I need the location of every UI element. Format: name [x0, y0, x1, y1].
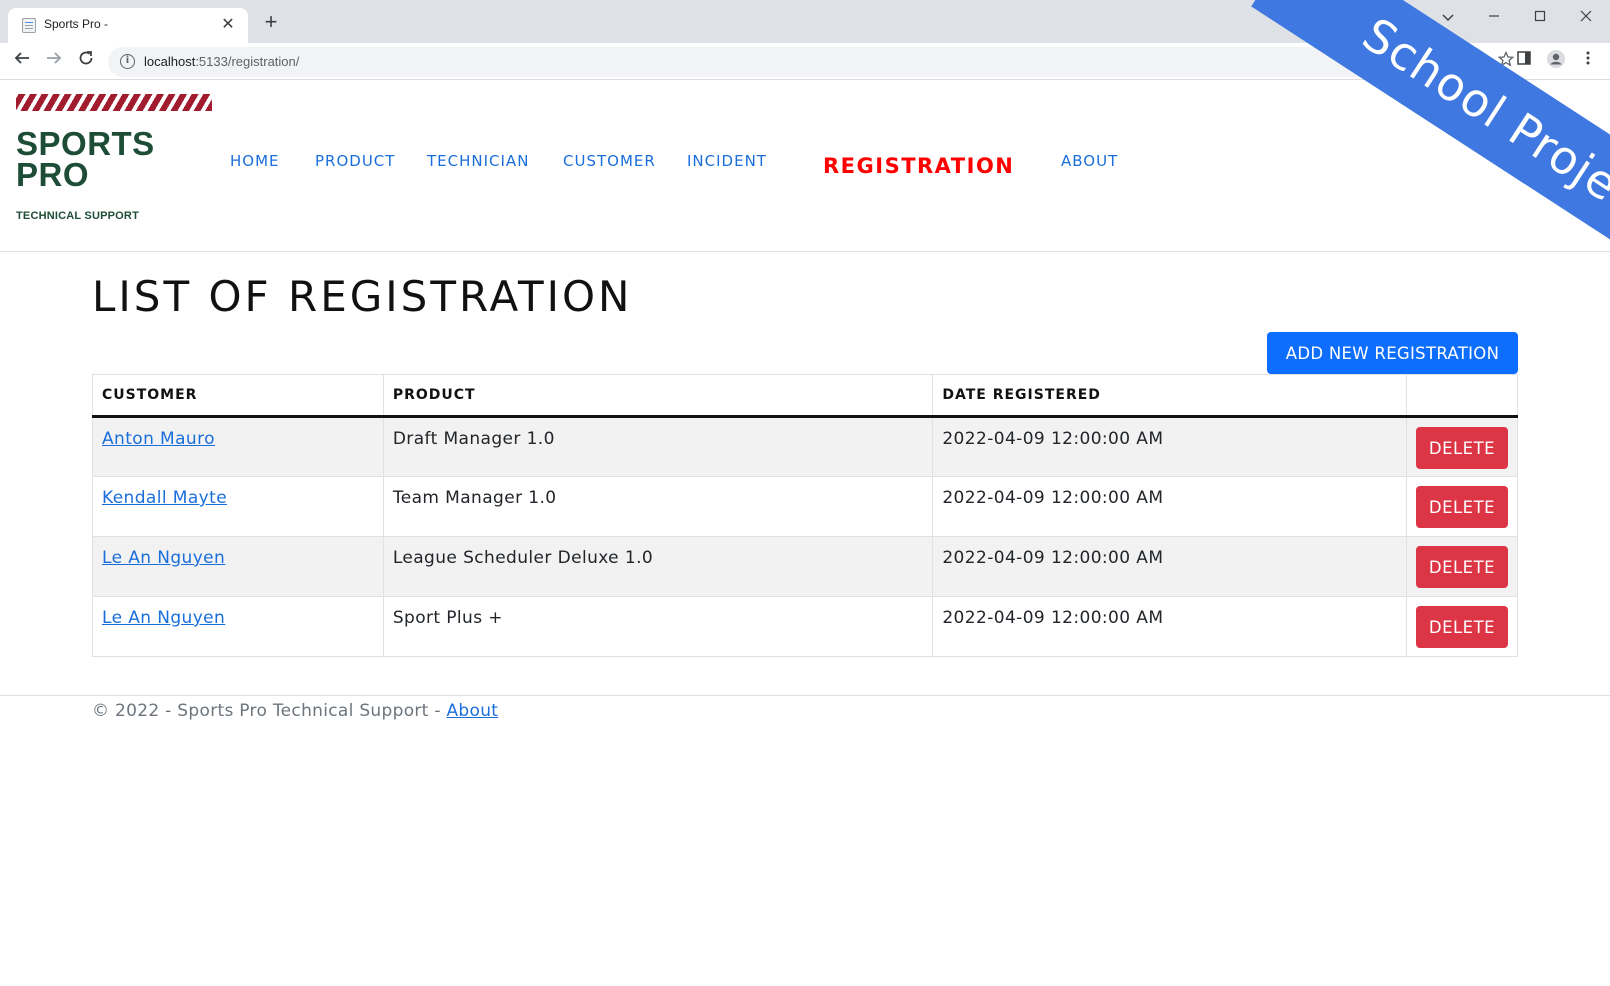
product-cell: Draft Manager 1.0 [382, 416, 934, 477]
product-cell: Team Manager 1.0 [382, 476, 934, 537]
nav-customer[interactable]: CUSTOMER [563, 152, 656, 170]
site-footer: © 2022 - Sports Pro Technical Support - … [0, 695, 1610, 721]
share-icon[interactable] [1462, 50, 1486, 74]
browser-toolbar: i localhost:5133/registration/ [0, 43, 1610, 80]
zoom-icon[interactable] [1430, 50, 1454, 74]
logo-stripes [16, 94, 212, 111]
reload-icon[interactable] [74, 49, 98, 73]
maximize-button[interactable] [1526, 6, 1554, 28]
minimize-button[interactable] [1480, 6, 1508, 28]
forward-arrow-icon[interactable] [42, 49, 66, 73]
table-row: Anton Mauro Draft Manager 1.0 2022-04-09… [92, 416, 1519, 477]
delete-button[interactable]: DELETE [1416, 427, 1508, 469]
customer-link[interactable]: Le An Nguyen [102, 548, 225, 568]
nav-registration[interactable]: REGISTRATION [823, 154, 1014, 178]
product-cell: Sport Plus + [382, 596, 934, 657]
browser-chrome: Sports Pro - ✕ + i localhost:5133/regist… [0, 0, 1610, 80]
customer-link[interactable]: Kendall Mayte [102, 488, 227, 508]
delete-button[interactable]: DELETE [1416, 606, 1508, 648]
column-header-date: DATE REGISTERED [932, 374, 1407, 418]
add-new-registration-button[interactable]: ADD NEW REGISTRATION [1267, 332, 1518, 374]
customer-link[interactable]: Anton Mauro [102, 429, 215, 449]
date-cell: 2022-04-09 12:00:00 AM [932, 476, 1407, 537]
column-header-product: PRODUCT [382, 374, 934, 418]
browser-tab[interactable]: Sports Pro - ✕ [8, 8, 248, 43]
back-arrow-icon[interactable] [10, 49, 34, 73]
profile-avatar-icon[interactable] [1544, 49, 1568, 73]
sports-pro-logo[interactable]: SPORTS PRO TECHNICAL SUPPORT [16, 94, 216, 224]
date-cell: 2022-04-09 12:00:00 AM [932, 596, 1407, 657]
logo-subtitle: TECHNICAL SUPPORT [16, 210, 139, 222]
registration-table: CUSTOMER PRODUCT DATE REGISTERED Anton M… [92, 374, 1519, 657]
address-bar[interactable]: i localhost:5133/registration/ [108, 47, 1515, 77]
column-header-customer: CUSTOMER [92, 374, 384, 418]
page-title: LIST OF REGISTRATION [92, 272, 633, 321]
nav-incident[interactable]: INCIDENT [687, 152, 767, 170]
table-row: Kendall Mayte Team Manager 1.0 2022-04-0… [92, 476, 1519, 537]
browser-menu-icon[interactable] [1576, 49, 1600, 73]
copyright-text: © 2022 - Sports Pro Technical Support - [92, 701, 447, 721]
logo-wordmark: SPORTS PRO [16, 125, 155, 193]
nav-about[interactable]: ABOUT [1061, 152, 1118, 170]
new-tab-button[interactable]: + [260, 11, 282, 34]
footer-about-link[interactable]: About [447, 701, 499, 721]
product-cell: League Scheduler Deluxe 1.0 [382, 536, 934, 597]
site-header: SPORTS PRO TECHNICAL SUPPORT HOME PRODUCT… [0, 80, 1610, 252]
nav-home[interactable]: HOME [230, 152, 280, 170]
table-row: Le An Nguyen Sport Plus + 2022-04-09 12:… [92, 596, 1519, 657]
side-panel-icon[interactable] [1512, 49, 1536, 73]
nav-product[interactable]: PRODUCT [315, 152, 395, 170]
page-icon [22, 18, 36, 33]
column-header-actions [1405, 374, 1519, 418]
close-tab-icon[interactable]: ✕ [218, 14, 238, 34]
tab-search-chevron-icon[interactable] [1434, 6, 1462, 28]
tab-strip: Sports Pro - ✕ + [0, 0, 1610, 43]
table-row: Le An Nguyen League Scheduler Deluxe 1.0… [92, 536, 1519, 597]
delete-button[interactable]: DELETE [1416, 546, 1508, 588]
footer-text: © 2022 - Sports Pro Technical Support - … [92, 701, 498, 721]
close-window-button[interactable] [1572, 6, 1600, 28]
tab-title: Sports Pro - [44, 17, 109, 31]
site-info-icon[interactable]: i [120, 54, 135, 69]
date-cell: 2022-04-09 12:00:00 AM [932, 536, 1407, 597]
date-cell: 2022-04-09 12:00:00 AM [932, 416, 1407, 477]
table-header-row: CUSTOMER PRODUCT DATE REGISTERED [92, 374, 1519, 418]
nav-technician[interactable]: TECHNICIAN [427, 152, 529, 170]
delete-button[interactable]: DELETE [1416, 486, 1508, 528]
customer-link[interactable]: Le An Nguyen [102, 608, 225, 628]
url-text[interactable]: localhost:5133/registration/ [144, 54, 299, 69]
